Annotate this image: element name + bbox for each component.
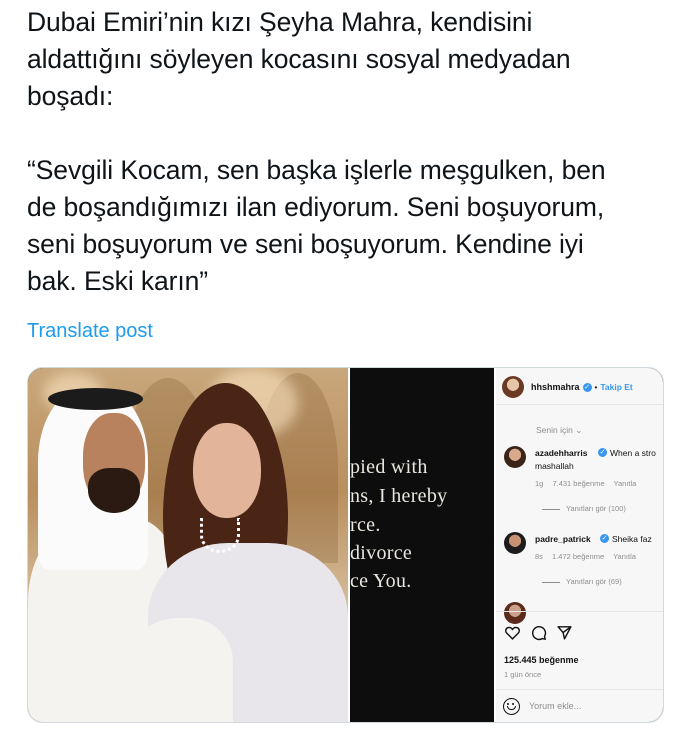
quote-line: de boşandığımızı ilan ediyorum. Seni boş… — [27, 192, 605, 222]
verified-badge-icon: ✓ — [582, 382, 592, 392]
letter-line: divorce — [350, 542, 413, 564]
like-count[interactable]: 125.445 beğenme — [504, 655, 579, 665]
ig-profile-avatar[interactable] — [502, 376, 524, 398]
reply-thread-line — [542, 509, 560, 510]
comment-icon[interactable] — [530, 624, 547, 641]
comment-avatar[interactable] — [504, 446, 526, 468]
letter-line: rce. — [350, 514, 381, 536]
letter-line: pied with — [350, 456, 428, 478]
view-replies-button[interactable]: Yanıtları gör (69) — [566, 577, 622, 586]
letter-line: ns, I hereby — [350, 485, 448, 507]
post-time: 1 gün önce — [504, 670, 542, 679]
quote-line: “Sevgili Kocam, sen başka işlerle meşgul… — [27, 155, 606, 185]
post-text: Dubai Emiri’nin kızı Şeyha Mahra, kendis… — [27, 4, 667, 300]
quote-line: seni boşuyorum ve seni boşuyorum. Kendin… — [27, 229, 584, 259]
ig-post-header: hhshmahra ✓ • Takip Et — [502, 374, 663, 400]
man-beard — [88, 468, 140, 513]
quote-line: bak. Eski karın” — [27, 266, 209, 296]
comment-time: 8s — [535, 552, 543, 561]
follow-button[interactable]: Takip Et — [600, 382, 632, 392]
comment-avatar — [504, 602, 526, 624]
comment-time: 1g — [535, 479, 544, 488]
comment-text-line2: mashallah — [535, 461, 574, 471]
comment-meta: 8s 1.472 beğenme Yanıtla — [535, 552, 643, 561]
comment-meta: 1g 7.431 beğenme Yanıtla — [535, 479, 643, 488]
view-replies-button[interactable]: Yanıtları gör (100) — [566, 504, 626, 513]
comment-username[interactable]: azadehharris — [535, 448, 587, 458]
reply-button[interactable]: Yanıtla — [614, 479, 637, 488]
share-icon[interactable] — [556, 624, 573, 641]
ig-username[interactable]: hhshmahra — [531, 382, 580, 392]
post-line: boşadı: — [27, 81, 114, 111]
comment-text: Sheika faz — [612, 534, 652, 544]
divorce-letter-image[interactable]: pied with ns, I hereby rce. divorce ce Y… — [348, 368, 494, 722]
divider — [496, 404, 663, 405]
comment-input[interactable]: Yorum ekle... — [529, 701, 581, 711]
reply-thread-line — [542, 582, 560, 583]
post-line: Dubai Emiri’nin kızı Şeyha Mahra, kendis… — [27, 7, 533, 37]
translate-post-link[interactable]: Translate post — [27, 320, 153, 343]
post-actions — [504, 624, 573, 641]
verified-badge-icon: ✓ — [598, 448, 607, 457]
comment-avatar[interactable] — [504, 532, 526, 554]
man-agal — [48, 388, 143, 410]
man-arm — [123, 618, 233, 722]
woman-necklace — [200, 518, 240, 553]
couple-photo[interactable] — [28, 368, 348, 722]
emoji-icon[interactable] — [503, 698, 520, 715]
comment-text: When a stro — [610, 448, 656, 458]
reply-button[interactable]: Yanıtla — [613, 552, 636, 561]
woman-face — [193, 423, 261, 518]
instagram-screenshot[interactable]: hhshmahra ✓ • Takip Et Senin için ⌄ azad… — [494, 368, 663, 722]
comment-sort-dropdown[interactable]: Senin için ⌄ — [536, 425, 582, 436]
comment-likes[interactable]: 7.431 beğenme — [552, 479, 604, 488]
comment-likes[interactable]: 1.472 beğenme — [552, 552, 604, 561]
like-heart-icon[interactable] — [504, 624, 521, 641]
comment-username[interactable]: padre_patrick — [535, 534, 591, 544]
verified-badge-icon: ✓ — [600, 534, 609, 543]
divider — [496, 689, 663, 690]
divider — [496, 611, 663, 612]
post-line: aldattığını söyleyen kocasını sosyal med… — [27, 44, 571, 74]
post-media[interactable]: pied with ns, I hereby rce. divorce ce Y… — [27, 367, 664, 723]
separator-dot: • — [594, 382, 598, 392]
letter-line: ce You. — [350, 570, 412, 592]
